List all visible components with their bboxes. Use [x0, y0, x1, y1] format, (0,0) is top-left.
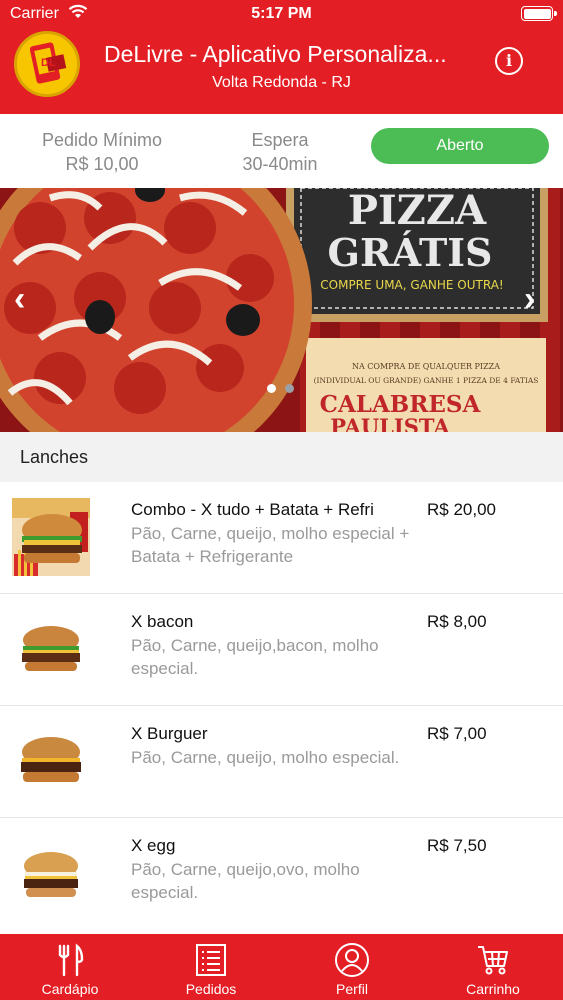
- min-order-label: Pedido Mínimo: [41, 130, 163, 150]
- min-order-value: R$ 10,00: [65, 154, 139, 174]
- product-name: X Burguer: [131, 724, 208, 743]
- tab-label: Perfil: [336, 981, 368, 997]
- app-location: Volta Redonda - RJ: [212, 74, 351, 91]
- product-item[interactable]: Combo - X tudo + Batata + Refri Pão, Car…: [0, 482, 563, 594]
- product-description: Pão, Carne, queijo, molho especial + Bat…: [131, 524, 410, 566]
- banner-headline-1: PIZZA: [348, 188, 487, 234]
- cart-icon: [475, 942, 511, 978]
- banner-fine-print-1: NA COMPRA DE QUALQUER PIZZA: [352, 362, 500, 371]
- category-header: Lanches: [0, 432, 563, 482]
- info-icon: i: [505, 51, 513, 70]
- product-list: Combo - X tudo + Batata + Refri Pão, Car…: [0, 482, 563, 930]
- product-name: X bacon: [131, 612, 194, 631]
- app-title: DeLivre - Aplicativo Personaliza...: [104, 41, 447, 67]
- tab-label: Carrinho: [466, 981, 520, 997]
- battery-icon: [521, 6, 557, 21]
- product-name: X egg: [131, 836, 176, 855]
- status-bar: Carrier 5:17 PM: [0, 0, 563, 30]
- clock: 5:17 PM: [251, 5, 312, 22]
- wait-time: Espera 30-40min: [200, 128, 360, 176]
- tab-cardapio[interactable]: Cardápio: [0, 934, 140, 1000]
- product-description: Pão, Carne, queijo,bacon, molho especial…: [131, 636, 379, 678]
- min-order: Pedido Mínimo R$ 10,00: [22, 128, 182, 176]
- banner-fine-print-2: (INDIVIDUAL OU GRANDE) GANHE 1 PIZZA DE …: [314, 376, 539, 385]
- open-status-button[interactable]: Aberto: [371, 128, 549, 164]
- store-info-row: Pedido Mínimo R$ 10,00 Espera 30-40min A…: [0, 114, 563, 188]
- tab-carrinho[interactable]: Carrinho: [423, 934, 563, 1000]
- product-name: Combo - X tudo + Batata + Refri: [131, 500, 374, 519]
- fork-knife-icon: [52, 942, 88, 978]
- app-logo: DL: [14, 31, 80, 97]
- promo-banner[interactable]: PIZZA GRÁTIS COMPRE UMA, GANHE OUTRA! NA…: [0, 188, 563, 432]
- logo-text: DL: [41, 57, 56, 69]
- banner-tagline: COMPRE UMA, GANHE OUTRA!: [320, 278, 503, 292]
- category-title: Lanches: [20, 447, 89, 467]
- carousel-next-icon[interactable]: ›: [524, 280, 535, 319]
- tab-perfil[interactable]: Perfil: [282, 934, 422, 1000]
- info-button[interactable]: i: [495, 47, 523, 75]
- product-price: R$ 20,00: [427, 500, 496, 519]
- product-image: [12, 498, 90, 576]
- product-item[interactable]: X egg Pão, Carne, queijo,ovo, molho espe…: [0, 818, 563, 930]
- tab-label: Cardápio: [41, 981, 99, 997]
- tab-pedidos[interactable]: Pedidos: [141, 934, 281, 1000]
- carousel-prev-icon[interactable]: ‹: [14, 280, 25, 319]
- product-item[interactable]: X Burguer Pão, Carne, queijo, molho espe…: [0, 706, 563, 818]
- tab-label: Pedidos: [185, 981, 237, 997]
- product-description: Pão, Carne, queijo,ovo, molho especial.: [131, 860, 360, 902]
- list-icon: [193, 942, 229, 978]
- product-image: [12, 834, 90, 912]
- app-header: Carrier 5:17 PM DL DeLivre - Aplicativo …: [0, 0, 563, 114]
- banner-headline-2: GRÁTIS: [328, 230, 493, 275]
- user-icon: [334, 942, 370, 978]
- product-item[interactable]: X bacon Pão, Carne, queijo,bacon, molho …: [0, 594, 563, 706]
- wait-label: Espera: [251, 130, 309, 150]
- product-price: R$ 7,50: [427, 836, 487, 855]
- wait-value: 30-40min: [242, 154, 318, 174]
- product-image: [12, 722, 90, 800]
- product-image: [12, 610, 90, 688]
- tab-bar: Cardápio Pedidos Perfil Carrinho: [0, 934, 563, 1000]
- product-price: R$ 7,00: [427, 724, 487, 743]
- product-description: Pão, Carne, queijo, molho especial.: [131, 748, 400, 767]
- carousel-dot[interactable]: [285, 384, 294, 393]
- product-price: R$ 8,00: [427, 612, 487, 631]
- banner-flavor-2: PAULISTA: [330, 414, 450, 432]
- carousel-dot-active[interactable]: [267, 384, 276, 393]
